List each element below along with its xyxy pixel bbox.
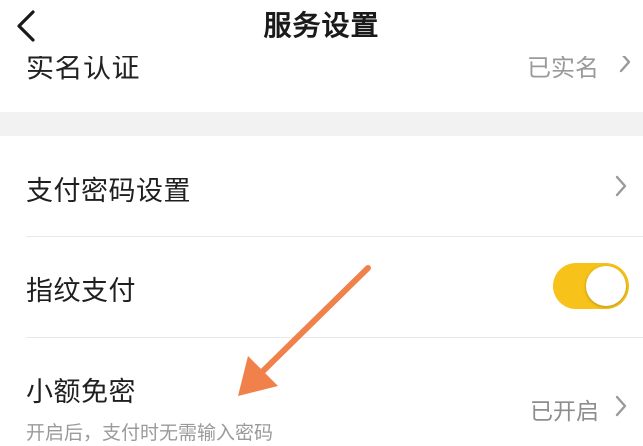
small-amount-no-password-status: 已开启 [530, 399, 599, 425]
small-amount-no-password-row[interactable]: 小额免密 开启后，支付时无需输入密码 已开启 [0, 338, 643, 446]
small-amount-no-password-label: 小额免密 [26, 377, 136, 408]
fingerprint-pay-label: 指纹支付 [26, 276, 136, 307]
section-gap [0, 112, 643, 136]
pay-password-row[interactable]: 支付密码设置 [0, 136, 643, 236]
fingerprint-pay-toggle[interactable] [553, 263, 629, 309]
toggle-knob [586, 266, 626, 306]
page-title: 服务设置 [263, 9, 380, 42]
fingerprint-pay-row: 指纹支付 [0, 237, 643, 337]
pay-password-label: 支付密码设置 [26, 176, 191, 207]
small-amount-no-password-subtitle: 开启后，支付时无需输入密码 [26, 422, 274, 444]
top-bar: 服务设置 [0, 0, 643, 56]
chevron-right-icon [615, 175, 627, 197]
chevron-right-icon [615, 395, 627, 417]
